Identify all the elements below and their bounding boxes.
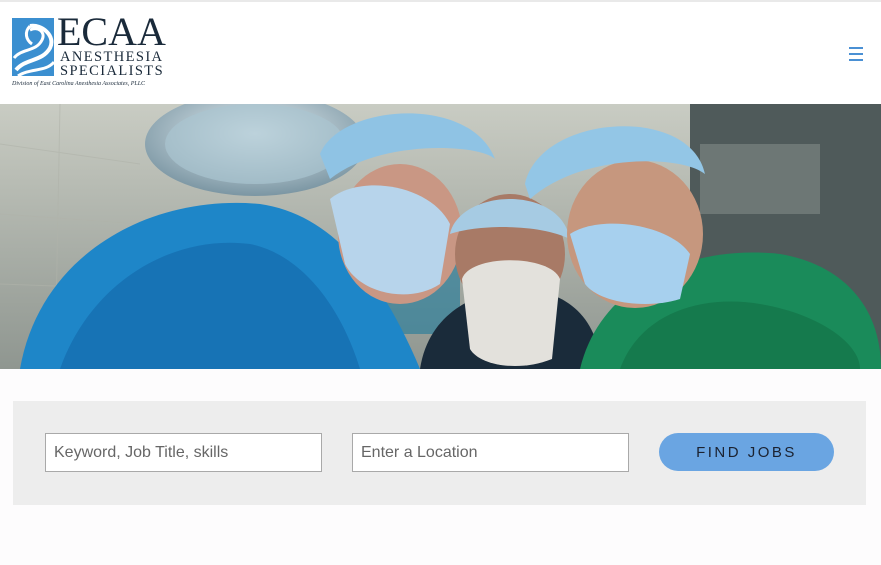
find-jobs-button[interactable]: FIND JOBS [659, 433, 834, 471]
logo-line-anesthesia: ANESTHESIA [60, 49, 164, 65]
site-header: ECAA ANESTHESIA SPECIALISTS Division of … [0, 2, 881, 104]
location-input[interactable] [352, 433, 629, 472]
logo-title: ECAA [57, 9, 166, 54]
menu-bar [849, 47, 863, 49]
job-search-panel: FIND JOBS [13, 401, 866, 505]
logo-line-specialists: SPECIALISTS [60, 63, 165, 79]
logo-swoosh-icon [12, 18, 54, 76]
hero-image [0, 104, 881, 369]
keyword-input[interactable] [45, 433, 322, 472]
logo-subtitle: Division of East Carolina Anesthesia Ass… [12, 81, 146, 87]
menu-bar [849, 53, 863, 55]
menu-bar [849, 59, 863, 61]
surgeons-photo [0, 104, 881, 369]
hamburger-menu-icon[interactable] [849, 45, 867, 61]
ecaa-logo[interactable]: ECAA ANESTHESIA SPECIALISTS Division of … [12, 12, 166, 92]
